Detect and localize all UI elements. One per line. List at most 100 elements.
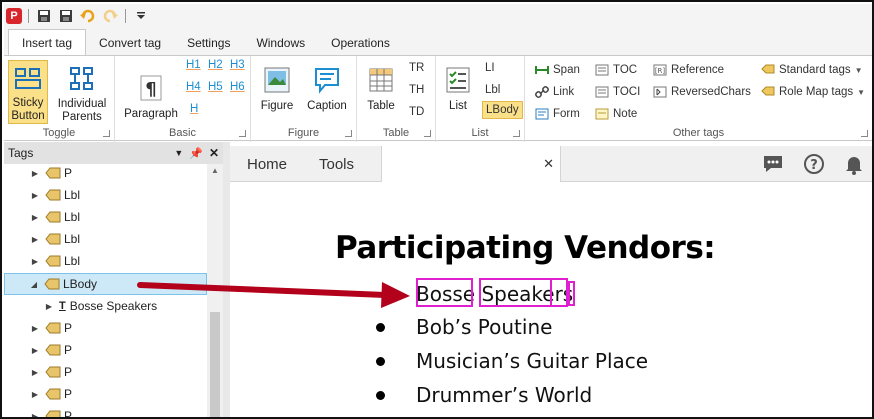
role-map-tags-dropdown[interactable]: Role Map tags ▼: [761, 83, 865, 101]
customize-toolbar-icon[interactable]: [132, 7, 150, 25]
li-button[interactable]: LI: [485, 59, 495, 77]
toci-button[interactable]: TOCI: [595, 83, 640, 101]
tab-operations[interactable]: Operations: [318, 30, 403, 55]
dialog-launcher-icon[interactable]: [861, 130, 868, 137]
list-icon: [442, 64, 474, 96]
h5-button[interactable]: H5: [208, 81, 223, 93]
tab-convert-tag[interactable]: Convert tag: [86, 30, 174, 55]
note-button[interactable]: Note: [595, 105, 637, 123]
expand-arrow-icon[interactable]: ▶: [30, 323, 40, 333]
expand-arrow-icon[interactable]: ▶: [30, 256, 40, 266]
span-icon: [535, 66, 549, 74]
toc-icon: [595, 64, 609, 76]
reference-button[interactable]: [R] Reference: [653, 61, 724, 79]
tree-node[interactable]: ▶ P: [4, 339, 207, 361]
form-button[interactable]: Form: [535, 105, 580, 123]
reversed-chars-icon: [653, 86, 667, 98]
undo-icon[interactable]: [79, 7, 97, 25]
scrollbar-thumb[interactable]: [210, 312, 220, 417]
h6-button[interactable]: H6: [230, 81, 245, 93]
tree-node[interactable]: ▶ P: [4, 317, 207, 339]
document-tab[interactable]: ✕: [381, 146, 561, 182]
tree-node[interactable]: ▶ P: [4, 383, 207, 405]
expand-arrow-icon[interactable]: ▶: [44, 301, 54, 311]
h4-button[interactable]: H4: [186, 81, 201, 93]
caption-button[interactable]: Caption: [303, 60, 351, 113]
bullet-icon: [376, 357, 385, 366]
scroll-up-icon[interactable]: ▲: [211, 166, 219, 175]
tree-node-label: P: [64, 166, 73, 180]
tree-node[interactable]: ▶ P: [4, 164, 207, 184]
chevron-down-icon: ▼: [857, 87, 866, 97]
tr-button[interactable]: TR: [409, 59, 424, 77]
comment-icon[interactable]: [761, 152, 785, 176]
expand-arrow-icon[interactable]: ▶: [30, 168, 40, 178]
expand-arrow-icon[interactable]: ▶: [30, 345, 40, 355]
tree-node[interactable]: ▶ P: [4, 405, 207, 418]
expand-arrow-icon[interactable]: ▶: [30, 212, 40, 222]
save-as-icon[interactable]: [57, 7, 75, 25]
tree-node[interactable]: ▶ P: [4, 361, 207, 383]
standard-tags-dropdown[interactable]: Standard tags ▼: [761, 61, 863, 79]
span-label: Span: [553, 64, 580, 76]
collapse-arrow-icon[interactable]: ◢: [29, 279, 39, 289]
individual-label-1: Individual: [57, 98, 107, 110]
tree-node-selected[interactable]: ◢ LBody: [4, 273, 207, 295]
dialog-launcher-icon[interactable]: [103, 130, 110, 137]
lbody-button[interactable]: LBody: [482, 101, 523, 119]
tags-scrollbar[interactable]: ▲: [207, 164, 223, 417]
notification-bell-icon[interactable]: [842, 152, 866, 176]
list-button[interactable]: List: [442, 60, 474, 113]
tag-icon: [44, 278, 60, 290]
link-button[interactable]: Link: [535, 83, 574, 101]
dialog-launcher-icon[interactable]: [239, 130, 246, 137]
h2-button[interactable]: H2: [208, 59, 223, 71]
individual-parents-button[interactable]: Individual Parents: [54, 60, 110, 124]
tree-node[interactable]: ▶ Lbl: [4, 184, 207, 206]
redo-icon[interactable]: [101, 7, 119, 25]
list-item[interactable]: Musician’s Guitar Place: [416, 349, 648, 373]
figure-button[interactable]: Figure: [257, 60, 297, 113]
list-item[interactable]: Bob’s Poutine: [416, 315, 552, 339]
expand-arrow-icon[interactable]: ▶: [30, 367, 40, 377]
save-icon[interactable]: [35, 7, 53, 25]
app-logo-icon[interactable]: P: [6, 8, 22, 24]
tree-node[interactable]: ▶ T Bosse Speakers: [4, 295, 207, 317]
tools-tab[interactable]: Tools: [319, 146, 354, 182]
sticky-button[interactable]: Sticky Button: [8, 60, 48, 124]
lbl-button[interactable]: Lbl: [485, 81, 500, 99]
close-icon[interactable]: ✕: [209, 146, 219, 160]
help-icon[interactable]: ?: [802, 152, 826, 176]
h1-button[interactable]: H1: [186, 59, 201, 71]
dialog-launcher-icon[interactable]: [424, 130, 431, 137]
h-button[interactable]: H: [190, 103, 198, 115]
h3-button[interactable]: H3: [230, 59, 245, 71]
expand-arrow-icon[interactable]: ▶: [30, 190, 40, 200]
th-button[interactable]: TH: [409, 81, 424, 99]
panel-menu-icon[interactable]: ▼: [174, 148, 183, 158]
tab-settings[interactable]: Settings: [174, 30, 243, 55]
pin-icon[interactable]: 📌: [189, 147, 203, 160]
expand-arrow-icon[interactable]: ▶: [30, 234, 40, 244]
list-item[interactable]: Drummer’s World: [416, 383, 592, 407]
tab-windows[interactable]: Windows: [243, 30, 318, 55]
paragraph-button[interactable]: ¶ Paragraph: [121, 60, 181, 121]
tab-insert-tag[interactable]: Insert tag: [8, 29, 87, 55]
dialog-launcher-icon[interactable]: [345, 130, 352, 137]
tree-node[interactable]: ▶ Lbl: [4, 250, 207, 272]
panel-splitter[interactable]: [223, 142, 230, 417]
reversed-chars-button[interactable]: ReversedChars: [653, 83, 751, 101]
expand-arrow-icon[interactable]: ▶: [30, 411, 40, 418]
td-button[interactable]: TD: [409, 103, 424, 121]
tree-node[interactable]: ▶ Lbl: [4, 206, 207, 228]
dialog-launcher-icon[interactable]: [513, 130, 520, 137]
close-tab-icon[interactable]: ✕: [543, 156, 554, 172]
table-button[interactable]: Table: [363, 60, 399, 113]
home-tab[interactable]: Home: [247, 146, 287, 182]
tree-node-label: Lbl: [64, 254, 81, 268]
tag-highlight-box: [568, 281, 575, 306]
tree-node[interactable]: ▶ Lbl: [4, 228, 207, 250]
span-button[interactable]: Span: [535, 61, 580, 79]
toc-button[interactable]: TOC: [595, 61, 637, 79]
expand-arrow-icon[interactable]: ▶: [30, 389, 40, 399]
